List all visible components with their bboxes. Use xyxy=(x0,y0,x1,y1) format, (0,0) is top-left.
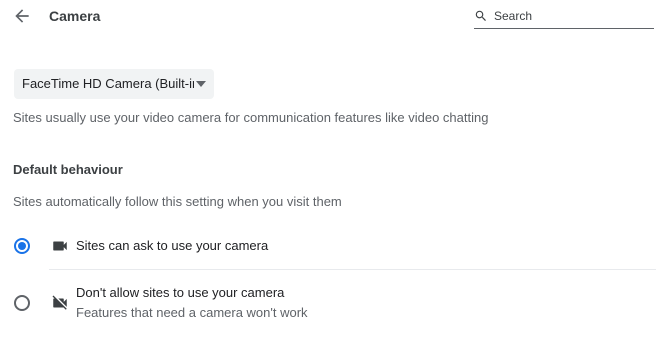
search-input[interactable] xyxy=(494,6,650,26)
option-block-sublabel: Features that need a camera won't work xyxy=(76,305,308,320)
arrow-back-icon xyxy=(15,9,29,23)
search-icon xyxy=(475,10,486,21)
option-block-label: Don't allow sites to use your camera xyxy=(76,285,285,300)
dropdown-arrow-icon xyxy=(196,81,206,87)
videocam-off-icon xyxy=(52,295,67,310)
radio-block[interactable] xyxy=(14,295,30,311)
page-title: Camera xyxy=(49,8,101,24)
search-box[interactable] xyxy=(474,4,654,29)
default-behaviour-subtitle: Sites automatically follow this setting … xyxy=(13,194,342,209)
radio-allow-ask[interactable] xyxy=(14,238,30,254)
option-block[interactable]: Don't allow sites to use your camera Fea… xyxy=(0,280,666,328)
videocam-icon xyxy=(53,241,67,251)
camera-description: Sites usually use your video camera for … xyxy=(13,110,489,125)
option-allow-ask-label: Sites can ask to use your camera xyxy=(76,238,269,253)
header-bar: Camera xyxy=(0,0,666,32)
default-behaviour-heading: Default behaviour xyxy=(13,162,123,177)
back-button[interactable] xyxy=(12,6,32,26)
camera-select-value: FaceTime HD Camera (Built-in) xyxy=(22,76,194,91)
options-divider xyxy=(49,269,656,270)
option-allow-ask[interactable]: Sites can ask to use your camera xyxy=(0,228,666,264)
camera-select-dropdown[interactable]: FaceTime HD Camera (Built-in) xyxy=(14,69,214,99)
